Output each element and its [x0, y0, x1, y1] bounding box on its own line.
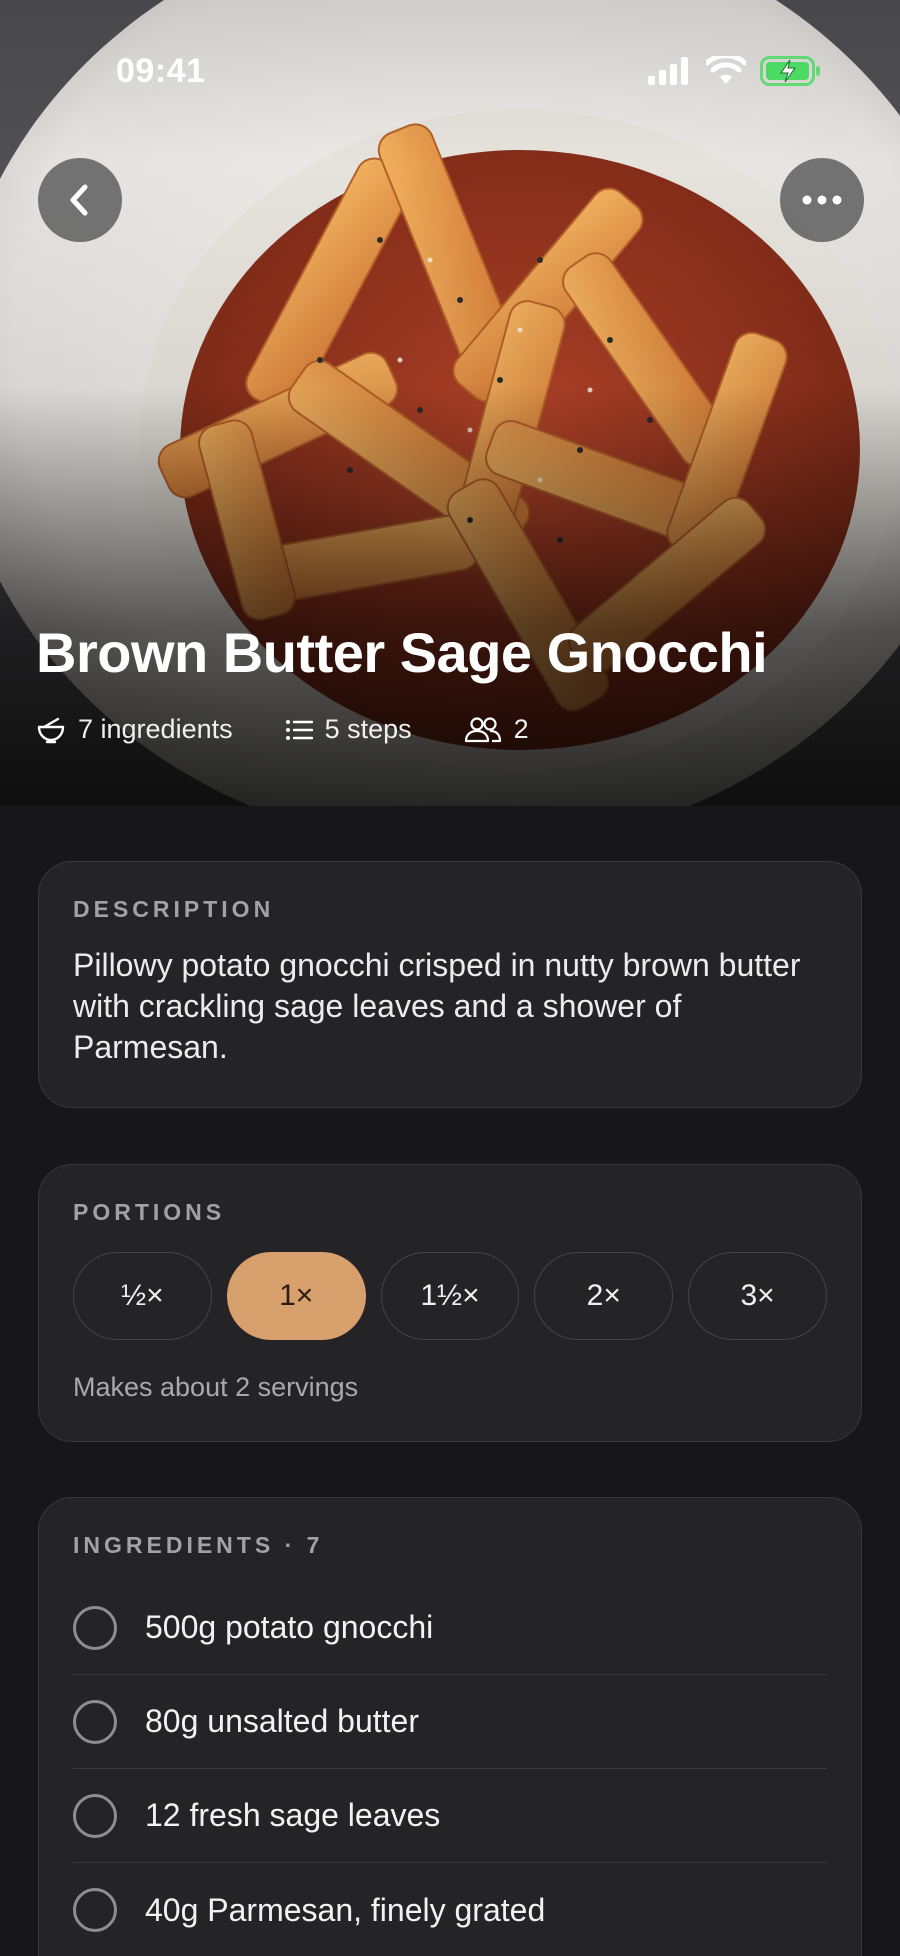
wifi-icon	[706, 56, 746, 84]
ingredient-item[interactable]: 12 fresh sage leaves	[73, 1769, 827, 1863]
back-button[interactable]	[38, 158, 122, 242]
ingredient-text: 80g unsalted butter	[145, 1703, 419, 1739]
hero-image: 09:41 Brown Butter Sage Gnocchi 7 ingred…	[0, 0, 900, 806]
ingredient-checkbox[interactable]	[73, 1888, 117, 1932]
description-text: Pillowy potato gnocchi crisped in nutty …	[73, 947, 801, 1065]
servings-count: 2	[513, 714, 529, 744]
ingredients-list: 500g potato gnocchi 80g unsalted butter …	[73, 1581, 827, 1956]
people-icon	[464, 716, 501, 742]
more-options-button[interactable]	[780, 158, 864, 242]
ingredients-label: INGREDIENTS · 7	[73, 1532, 324, 1558]
description-card: DESCRIPTION Pillowy potato gnocchi crisp…	[38, 861, 862, 1108]
cellular-signal-icon	[648, 57, 688, 85]
ingredient-item[interactable]: 500g potato gnocchi	[73, 1581, 827, 1675]
meta-servings: 2	[464, 714, 529, 745]
status-icons	[648, 56, 822, 86]
ingredient-item[interactable]: 40g Parmesan, finely grated	[73, 1863, 827, 1956]
portion-option-2x[interactable]: 2×	[534, 1252, 674, 1340]
portion-option-1-5x[interactable]: 1½×	[380, 1252, 520, 1340]
portions-label: PORTIONS	[73, 1199, 226, 1225]
chevron-left-icon	[70, 184, 88, 216]
portions-note: Makes about 2 servings	[73, 1372, 359, 1402]
ingredient-text: 500g potato gnocchi	[145, 1609, 434, 1645]
description-label: DESCRIPTION	[73, 896, 275, 922]
bowl-icon	[37, 717, 65, 743]
ellipsis-icon	[802, 195, 842, 205]
ingredients-card: INGREDIENTS · 7 500g potato gnocchi 80g …	[38, 1497, 862, 1956]
ingredient-text: 40g Parmesan, finely grated	[145, 1891, 546, 1928]
recipe-meta: 7 ingredients 5 steps 2	[36, 714, 529, 745]
ingredient-text: 12 fresh sage leaves	[145, 1797, 441, 1833]
ingredient-checkbox[interactable]	[73, 1793, 117, 1838]
recipe-title: Brown Butter Sage Gnocchi	[36, 621, 768, 684]
portion-option-half[interactable]: ½×	[73, 1252, 212, 1340]
battery-charging-icon	[760, 56, 820, 86]
status-bar: 09:41	[0, 0, 900, 140]
portion-selector: ½× 1× 1½× 2× 3×	[73, 1252, 827, 1340]
portions-card: PORTIONS ½× 1× 1½× 2× 3× Makes about 2 s…	[38, 1164, 862, 1442]
meta-ingredients: 7 ingredients	[36, 714, 233, 745]
ingredients-count: 7 ingredients	[78, 714, 233, 744]
ingredient-checkbox[interactable]	[73, 1699, 117, 1744]
portion-option-1x[interactable]: 1×	[226, 1252, 366, 1340]
ingredient-item[interactable]: 80g unsalted butter	[73, 1675, 827, 1769]
recipe-detail-screen: 09:41 Brown Butter Sage Gnocchi 7 ingred…	[0, 0, 900, 1956]
status-time: 09:41	[116, 52, 206, 90]
ingredient-checkbox[interactable]	[73, 1605, 117, 1650]
steps-count: 5 steps	[324, 714, 412, 744]
portion-option-3x[interactable]: 3×	[688, 1252, 827, 1340]
list-icon	[285, 719, 313, 740]
meta-steps: 5 steps	[285, 714, 412, 745]
